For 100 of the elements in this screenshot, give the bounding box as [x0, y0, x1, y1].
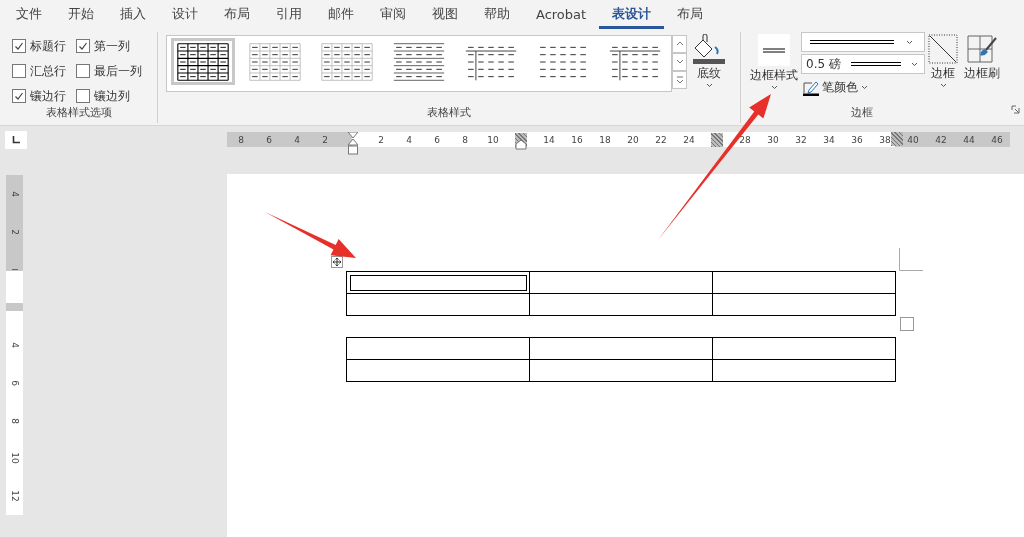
ruler-number: 2 [9, 228, 20, 235]
menu-tab[interactable]: 文件 [3, 1, 55, 29]
ruler-number: 18 [599, 134, 611, 145]
menu-tab[interactable]: 设计 [159, 1, 211, 29]
menu-tab[interactable]: 插入 [107, 1, 159, 29]
tab-stop-icon [12, 135, 20, 144]
chevron-icon [939, 83, 947, 88]
ruler-number: 2 [378, 134, 384, 145]
ruler-number: 32 [795, 134, 807, 145]
chevron-icon [770, 85, 778, 90]
table-cell[interactable] [712, 293, 896, 316]
double-line-icon [848, 61, 903, 67]
scroll-up-button[interactable] [672, 35, 687, 53]
checkbox-label: 第一列 [94, 37, 130, 55]
ruler-number: 4 [406, 134, 412, 145]
table-cell[interactable] [712, 271, 896, 294]
table-cell[interactable] [529, 271, 713, 294]
pen-icon [803, 79, 819, 96]
ruler-number: 4 [9, 342, 20, 348]
border-styles-button[interactable]: 边框样式 [747, 32, 801, 105]
table-cell[interactable] [346, 293, 530, 316]
ruler-number: 36 [851, 134, 863, 145]
checkbox[interactable] [76, 64, 90, 78]
table-cell[interactable] [529, 359, 713, 382]
table-cell[interactable] [346, 359, 530, 382]
expand-icon [674, 76, 685, 84]
ruler-tick [11, 268, 18, 270]
menu-tab[interactable]: Acrobat [523, 2, 600, 28]
menu-tab[interactable]: 布局 [664, 1, 717, 29]
ruler-number: 6 [266, 134, 272, 145]
ruler-margin-band [6, 303, 23, 312]
ruler-number: 24 [683, 134, 695, 145]
menu-tab[interactable]: 引用 [263, 1, 315, 29]
chevron-down-icon [674, 58, 685, 66]
ruler-number: 6 [9, 379, 20, 386]
table-cell[interactable] [529, 337, 713, 360]
checkbox[interactable] [12, 89, 26, 103]
menu-tab[interactable]: 布局 [211, 1, 263, 29]
borders-button[interactable]: 边框 [925, 32, 961, 105]
ruler-number: 8 [9, 417, 20, 424]
ruler-number: 4 [9, 191, 20, 197]
dialog-launcher-icon[interactable] [1011, 105, 1020, 114]
chevron-icon [910, 61, 918, 67]
ruler-number: 38 [879, 134, 891, 145]
margin-marker[interactable] [891, 132, 903, 146]
ruler-number: 42 [935, 134, 947, 145]
group-title: 表格样式选项 [44, 105, 113, 121]
column-marker[interactable] [711, 132, 723, 147]
table-cell[interactable] [346, 271, 530, 294]
table-move-handle-icon[interactable] [331, 256, 343, 268]
pen-color-button[interactable]: 笔颜色 [801, 76, 925, 99]
table-cell[interactable] [529, 293, 713, 316]
ruler-number: 46 [991, 134, 1003, 145]
line-style-dropdown[interactable] [801, 32, 925, 52]
checkbox-label: 镶边列 [94, 87, 130, 105]
diagonal-border-icon [928, 34, 958, 64]
menu-tab[interactable]: 开始 [55, 1, 107, 29]
margin-corner-mark [899, 248, 923, 272]
checkbox-label: 镶边行 [30, 87, 66, 105]
ruler-number: 2 [322, 134, 328, 145]
table-cell[interactable] [712, 359, 896, 382]
paint-bucket-icon [693, 34, 725, 64]
table-cell[interactable] [712, 337, 896, 360]
checkbox-label: 标题行 [30, 37, 66, 55]
checkbox[interactable] [76, 39, 90, 53]
ruler-number: 8 [238, 134, 244, 145]
table-resize-handle[interactable] [900, 317, 914, 331]
chevron-icon [705, 83, 713, 88]
ruler-number: 16 [571, 134, 583, 145]
chevron-up-icon [674, 40, 685, 48]
hanging-indent-marker-icon[interactable] [515, 139, 527, 150]
ruler-number: 4 [294, 134, 300, 145]
ruler-number: 20 [627, 134, 639, 145]
border-painter-button[interactable]: 边框刷 [961, 32, 1003, 105]
scroll-down-button[interactable] [672, 53, 687, 71]
menu-tab[interactable]: 邮件 [315, 1, 367, 29]
checkbox[interactable] [12, 64, 26, 78]
ruler-number: 6 [434, 134, 440, 145]
menu-tab[interactable]: 帮助 [471, 1, 523, 29]
indent-marker-icon[interactable] [347, 131, 359, 158]
table-cell[interactable] [346, 337, 530, 360]
checkbox[interactable] [76, 89, 90, 103]
border-painter-icon [966, 34, 998, 64]
more-styles-button[interactable] [672, 71, 687, 89]
ruler-number: 22 [655, 134, 667, 145]
checkbox-label: 最后一列 [94, 62, 142, 80]
ruler-number: 10 [487, 134, 499, 145]
checkbox[interactable] [12, 39, 26, 53]
shading-button[interactable]: 底纹 [690, 32, 728, 105]
menu-tab[interactable]: 审阅 [367, 1, 419, 29]
chevron-icon [906, 39, 913, 45]
table-style-swatch[interactable] [171, 38, 235, 85]
menu-tab[interactable]: 视图 [419, 1, 471, 29]
tab-selector-button[interactable] [5, 130, 27, 149]
ruler-number: 28 [739, 134, 751, 145]
group-title: 边框 [851, 105, 873, 121]
pen-weight-dropdown[interactable]: 0.5 磅 [801, 54, 925, 74]
ruler-number: 10 [9, 452, 20, 465]
ruler-number: 8 [462, 134, 468, 145]
group-title: 表格样式 [426, 105, 472, 121]
